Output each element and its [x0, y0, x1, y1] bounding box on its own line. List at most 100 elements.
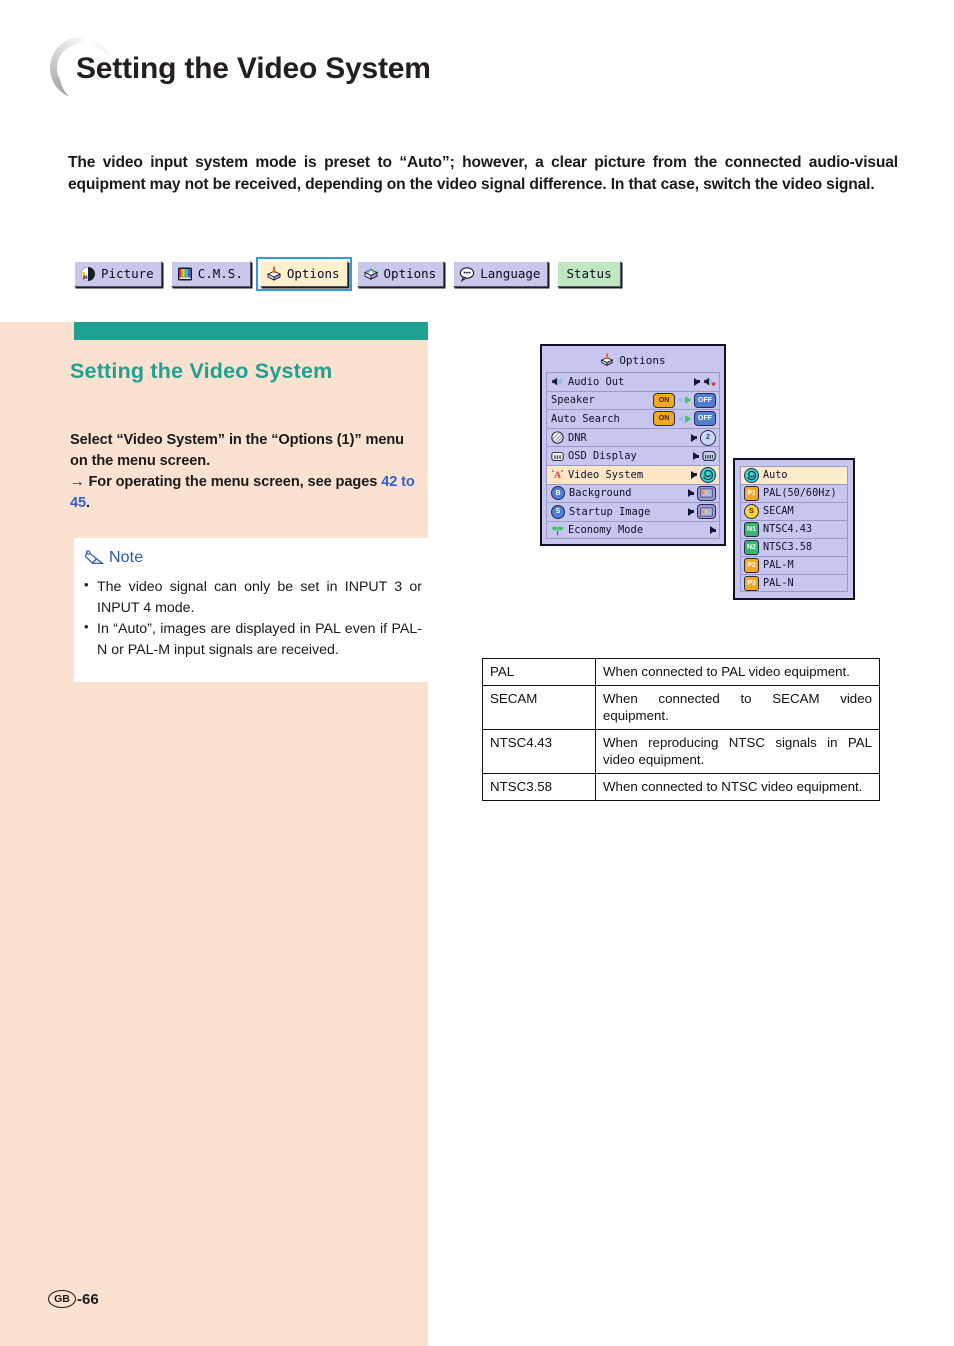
- tab-language[interactable]: Language: [453, 261, 549, 287]
- tab-cms[interactable]: C.M.S.: [170, 261, 251, 287]
- note-header: Note: [84, 548, 143, 568]
- menu-tab-bar: Picture C.M.S. Options Options Language …: [74, 257, 621, 291]
- left-right-arrows-icon: [678, 414, 691, 423]
- submenu-item-label: NTSC4.43: [763, 524, 813, 535]
- intro-paragraph: The video input system mode is preset to…: [68, 154, 898, 194]
- options1-icon: [600, 353, 614, 367]
- cms-icon: [177, 266, 193, 282]
- tab-options-1[interactable]: Options: [255, 257, 352, 291]
- submenu-item-auto[interactable]: Auto: [740, 466, 848, 484]
- osd-row-label: Speaker: [551, 394, 595, 407]
- toggle-on-value[interactable]: ON: [653, 411, 675, 427]
- submenu-item-label: NTSC3.58: [763, 542, 813, 553]
- osd-row-economy-mode[interactable]: Economy Mode: [546, 520, 720, 540]
- tab-label: Picture: [101, 265, 154, 281]
- arrow-right-icon: [694, 377, 700, 386]
- note-dotted-border: [74, 536, 429, 544]
- page-title: Setting the Video System: [76, 52, 431, 85]
- osd-row-background[interactable]: B Background: [546, 483, 720, 503]
- note-title: Note: [109, 549, 144, 566]
- ntsc443-badge-icon: N1: [744, 522, 759, 537]
- economy-icon: [551, 524, 564, 537]
- osd-options-menu: Options Audio Out Speaker ON OFF Auto Se…: [540, 344, 726, 547]
- toggle-off-value[interactable]: OFF: [694, 411, 716, 427]
- osd-row-video-system[interactable]: A Video System: [546, 464, 720, 484]
- palm-badge-icon: P2: [744, 558, 759, 573]
- osd-row-control[interactable]: ON OFF: [653, 392, 716, 408]
- osd-row-audio-out[interactable]: Audio Out: [546, 372, 720, 391]
- note-item: The video signal can only be set in INPU…: [84, 576, 422, 618]
- osd-row-control[interactable]: [688, 504, 716, 520]
- toggle-on-value[interactable]: ON: [653, 392, 675, 408]
- page-number: -66: [77, 1290, 99, 1308]
- auto-icon: [700, 466, 716, 483]
- osd-row-label: OSD Display: [568, 450, 637, 463]
- region-badge: GB: [48, 1290, 76, 1308]
- osd-row-control[interactable]: [710, 526, 716, 535]
- pal-badge-icon: P1: [744, 486, 759, 501]
- osd-row-speaker[interactable]: Speaker ON OFF: [546, 390, 720, 410]
- submenu-item-pal-n[interactable]: P3 PAL-N: [740, 574, 848, 592]
- osd-row-control[interactable]: ON OFF: [653, 411, 716, 427]
- arrow-right-icon: [691, 433, 697, 442]
- section-body: Select “Video System” in the “Options (1…: [70, 430, 420, 515]
- options1-icon: [266, 266, 282, 282]
- arrow-right-icon: [710, 526, 716, 535]
- arrow-right-icon: [693, 452, 699, 461]
- note-item: In “Auto”, images are displayed in PAL e…: [84, 618, 422, 660]
- table-cell-desc: When connected to NTSC video equipment.: [595, 773, 880, 802]
- arrow-glyph: →: [70, 474, 85, 491]
- osd-icon: [551, 450, 564, 463]
- section-heading: Setting the Video System: [70, 359, 333, 383]
- page-footer: GB -66: [48, 1290, 99, 1308]
- table-row: SECAM When connected to SECAM video equi…: [482, 685, 880, 731]
- osd-row-label: DNR: [568, 431, 587, 444]
- submenu-item-pal-m[interactable]: P2 PAL-M: [740, 556, 848, 574]
- submenu-item-pal[interactable]: P1 PAL(50/60Hz): [740, 484, 848, 502]
- osd-row-auto-search[interactable]: Auto Search ON OFF: [546, 409, 720, 428]
- tab-label: C.M.S.: [197, 265, 243, 281]
- options2-icon: [363, 266, 379, 282]
- language-icon: [459, 266, 475, 283]
- ntsc358-badge-icon: N2: [744, 540, 759, 555]
- note-list: The video signal can only be set in INPU…: [84, 576, 422, 660]
- tab-picture[interactable]: Picture: [74, 261, 162, 287]
- osd-row-control[interactable]: [694, 375, 716, 388]
- osd-row-control[interactable]: [688, 485, 716, 501]
- table-cell-term: SECAM: [482, 685, 596, 731]
- arrow-right-icon: [688, 507, 694, 516]
- dnr-icon: [551, 431, 564, 444]
- osd-row-label: Audio Out: [568, 375, 625, 388]
- auto-badge-icon: [744, 468, 759, 483]
- submenu-item-label: PAL-N: [763, 577, 794, 589]
- speaker-mute-icon: [703, 375, 716, 388]
- osd-menu-title: Options: [619, 353, 666, 367]
- submenu-item-ntsc358[interactable]: N2 NTSC3.58: [740, 538, 848, 556]
- pencil-icon: [84, 548, 106, 568]
- tab-label: Language: [480, 265, 541, 281]
- picture-icon: [80, 266, 96, 282]
- toggle-off-value[interactable]: OFF: [694, 392, 716, 408]
- submenu-item-ntsc443[interactable]: N1 NTSC4.43: [740, 520, 848, 538]
- video-system-table: PAL When connected to PAL video equipmen…: [482, 657, 880, 802]
- osd-row-dnr[interactable]: DNR 2: [546, 427, 720, 447]
- image-icon: [697, 485, 716, 501]
- osd-video-system-submenu: Auto P1 PAL(50/60Hz) S SECAM N1 NTSC4.43…: [733, 458, 855, 600]
- osd-row-control[interactable]: [691, 466, 716, 483]
- osd-row-osd-display[interactable]: OSD Display: [546, 446, 720, 465]
- osd-menu-rows: Audio Out Speaker ON OFF Auto Search ON …: [546, 372, 720, 540]
- submenu-item-secam[interactable]: S SECAM: [740, 502, 848, 520]
- tab-options-2[interactable]: Options: [356, 261, 445, 287]
- section-accent-bar: [74, 322, 428, 340]
- tab-status[interactable]: Status: [557, 261, 621, 287]
- osd-icon: [702, 449, 716, 463]
- table-row: NTSC4.43 When reproducing NTSC signals i…: [482, 729, 880, 775]
- submenu-item-label: PAL(50/60Hz): [763, 488, 837, 499]
- osd-row-control[interactable]: 2: [691, 429, 716, 446]
- background-icon: B: [551, 486, 565, 501]
- osd-row-startup-image[interactable]: S Startup Image: [546, 502, 720, 521]
- osd-menu-title-bar: Options: [546, 350, 720, 370]
- image-icon: [697, 504, 716, 520]
- tab-label: Status: [566, 265, 612, 281]
- osd-row-control[interactable]: [693, 449, 716, 463]
